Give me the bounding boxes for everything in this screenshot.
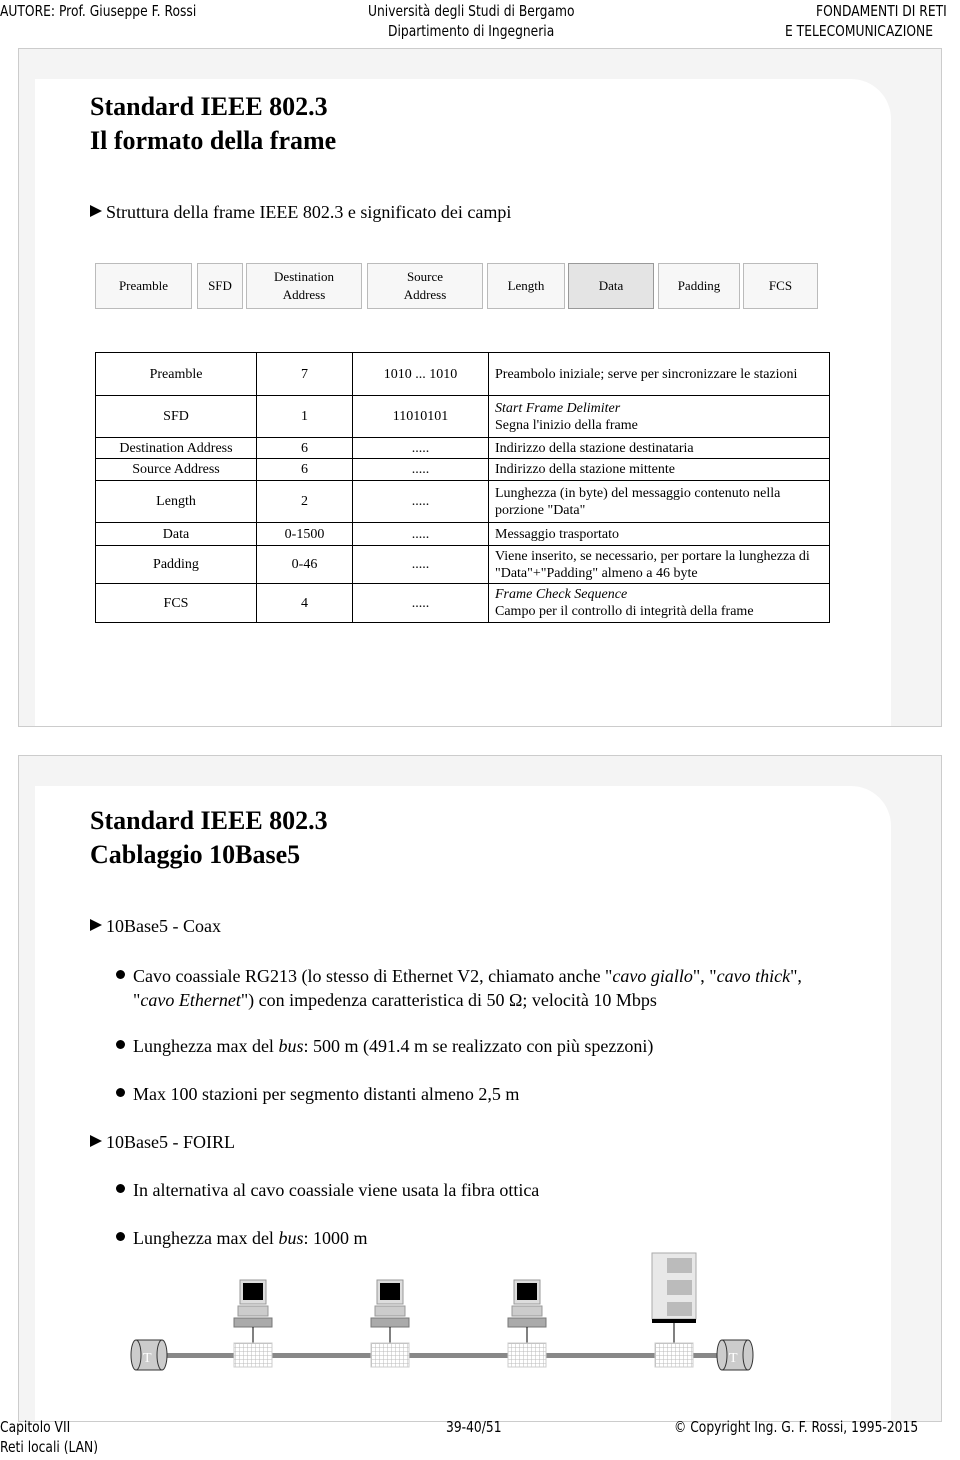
footer-pages: 39-40/51 bbox=[446, 1418, 502, 1436]
bus-network-diagram: T T bbox=[130, 1252, 754, 1371]
footer-topic: Reti locali (LAN) bbox=[0, 1438, 99, 1456]
workstation-2 bbox=[370, 1279, 410, 1368]
transceiver bbox=[507, 1342, 547, 1368]
footer-chapter: Capitolo VII bbox=[0, 1418, 71, 1436]
terminator-right: T bbox=[716, 1339, 754, 1371]
workstation-1 bbox=[233, 1279, 273, 1368]
footer-copyright: © Copyright Ing. G. F. Rossi, 1995-2015 bbox=[674, 1418, 919, 1436]
server bbox=[651, 1252, 697, 1368]
svg-text:T: T bbox=[143, 1351, 152, 1366]
workstation-3 bbox=[507, 1279, 547, 1368]
svg-text:T: T bbox=[729, 1351, 738, 1366]
transceiver bbox=[370, 1342, 410, 1368]
terminator-left: T bbox=[130, 1339, 168, 1371]
transceiver bbox=[654, 1342, 694, 1368]
transceiver bbox=[233, 1342, 273, 1368]
